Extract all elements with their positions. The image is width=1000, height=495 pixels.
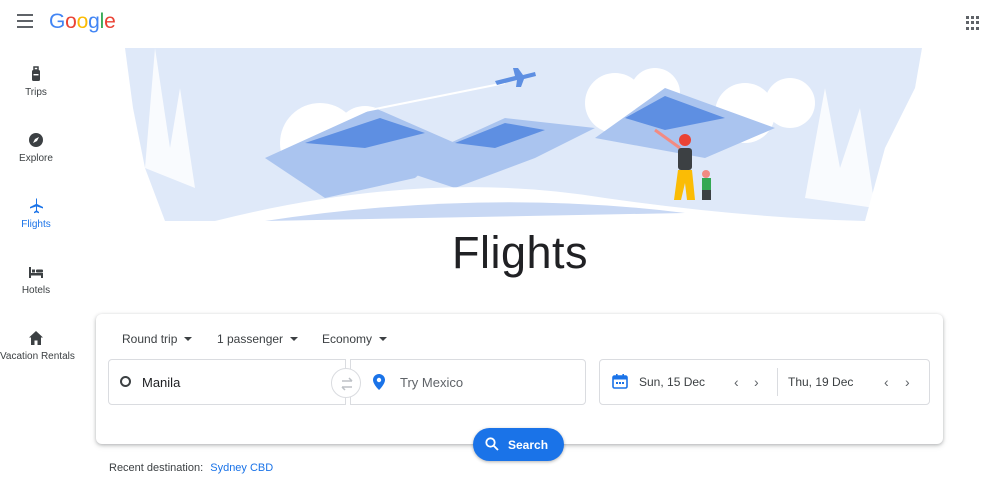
cabin-class-value: Economy [322, 332, 373, 346]
caret-down-icon [290, 337, 299, 341]
page-title: Flights [452, 227, 589, 278]
chevron-left-icon[interactable]: ‹ [884, 374, 889, 390]
sidebar-item-flights[interactable]: Flights [0, 197, 72, 230]
destination-placeholder: Try Mexico [400, 375, 464, 390]
sidebar-item-explore[interactable]: Explore [0, 131, 72, 164]
apps-grid-icon[interactable] [966, 16, 980, 30]
origin-circle-icon [120, 376, 131, 387]
flight-search-card: Round trip 1 passenger Economy Manila Tr… [96, 314, 943, 444]
top-bar: Google [0, 0, 1000, 46]
airplane-icon [30, 198, 43, 214]
sidebar-item-label: Flights [21, 219, 51, 230]
recent-destination: Recent destination: Sydney CBD [109, 462, 273, 474]
search-icon [485, 437, 499, 451]
cabin-class-select[interactable]: Economy [322, 332, 388, 346]
date-range-field[interactable]: Sun, 15 Dec ‹ › Thu, 19 Dec ‹ › [599, 359, 930, 405]
origin-field[interactable]: Manila [108, 359, 346, 405]
house-icon [29, 331, 43, 345]
search-button[interactable]: Search [473, 428, 564, 461]
swap-arrows-icon [341, 377, 353, 391]
google-logo[interactable]: Google [49, 10, 116, 34]
bed-icon [29, 267, 43, 278]
chevron-left-icon[interactable]: ‹ [734, 374, 739, 390]
sidebar-item-label: Explore [19, 153, 53, 164]
trip-type-value: Round trip [122, 332, 178, 346]
passenger-value: 1 passenger [217, 332, 284, 346]
logo-letter: g [88, 10, 100, 33]
location-pin-icon [373, 374, 385, 390]
caret-down-icon [184, 337, 193, 341]
caret-down-icon [379, 337, 388, 341]
logo-letter: o [76, 10, 89, 33]
sidebar-item-vacation-rentals[interactable]: Vacation Rentals [0, 329, 75, 362]
calendar-icon [612, 374, 628, 389]
trip-type-select[interactable]: Round trip [122, 332, 193, 346]
sidebar-item-label: Trips [25, 87, 47, 98]
logo-letter: G [49, 10, 66, 33]
hamburger-menu-icon[interactable] [17, 14, 33, 28]
chevron-right-icon[interactable]: › [905, 374, 910, 390]
swap-button[interactable] [331, 368, 361, 398]
sidebar-item-hotels[interactable]: Hotels [0, 263, 72, 296]
recent-destination-link[interactable]: Sydney CBD [210, 462, 273, 474]
compass-icon [29, 133, 43, 147]
luggage-icon [32, 66, 40, 81]
hero-illustration [125, 48, 922, 221]
sidebar-item-label: Hotels [21, 285, 51, 296]
sidebar-item-label: Vacation Rentals [0, 351, 75, 362]
logo-letter: e [104, 10, 116, 33]
return-date[interactable]: Thu, 19 Dec [788, 375, 853, 389]
passenger-select[interactable]: 1 passenger [217, 332, 299, 346]
origin-value: Manila [142, 375, 181, 390]
search-button-label: Search [508, 438, 549, 452]
chevron-right-icon[interactable]: › [754, 374, 759, 390]
sidebar-item-trips[interactable]: Trips [0, 65, 72, 98]
destination-field[interactable]: Try Mexico [350, 359, 586, 405]
recent-destination-label: Recent destination: [109, 462, 204, 474]
departure-date[interactable]: Sun, 15 Dec [639, 375, 705, 389]
logo-letter: o [65, 10, 77, 33]
date-divider [777, 368, 778, 396]
